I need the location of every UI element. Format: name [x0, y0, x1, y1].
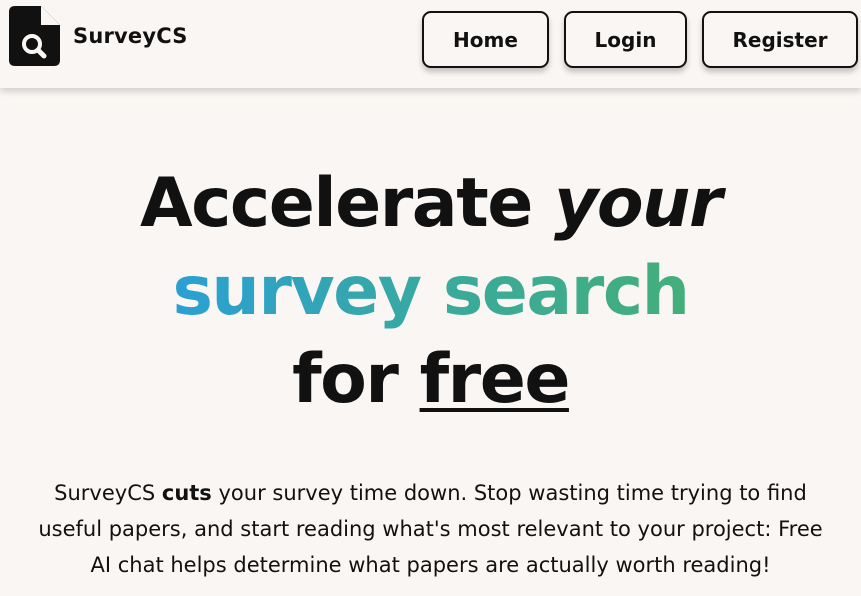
description-bold-cuts: cuts: [161, 481, 212, 505]
headline-free: free: [419, 340, 571, 419]
brand-logo[interactable]: SurveyCS: [9, 6, 188, 66]
brand-name: SurveyCS: [73, 24, 188, 48]
headline-line-3: for free: [0, 336, 861, 424]
document-search-icon: [9, 6, 60, 66]
headline-line-2: survey search: [0, 248, 861, 336]
headline-survey-search: survey search: [172, 252, 688, 331]
home-button[interactable]: Home: [422, 11, 549, 68]
top-navbar: SurveyCS Home Login Register: [0, 0, 861, 88]
register-button[interactable]: Register: [702, 11, 858, 68]
headline-for: for: [292, 340, 420, 419]
headline-line-1: Accelerate your: [0, 160, 861, 248]
headline-space: [421, 252, 443, 331]
hero-headline: Accelerate your survey search for free: [0, 160, 861, 424]
headline-search: search: [442, 252, 689, 331]
headline-accelerate: Accelerate: [139, 164, 554, 243]
description-part-1: SurveyCS: [54, 481, 162, 505]
login-button[interactable]: Login: [564, 11, 687, 68]
hero-description: SurveyCS cuts your survey time down. Sto…: [30, 475, 831, 583]
headline-survey: survey: [172, 252, 421, 331]
headline-your: your: [554, 164, 723, 243]
